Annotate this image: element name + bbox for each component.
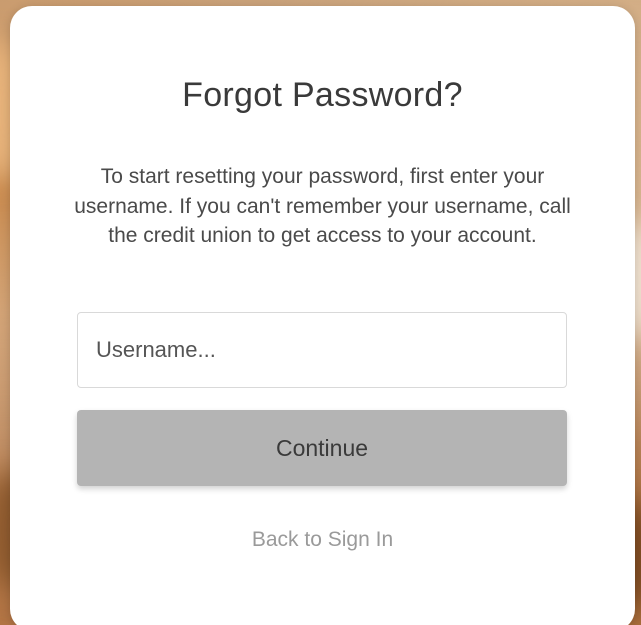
forgot-password-dialog: Forgot Password? To start resetting your… (10, 6, 635, 625)
dialog-title: Forgot Password? (182, 76, 463, 114)
dialog-description: To start resetting your password, first … (74, 165, 571, 247)
username-input[interactable] (77, 312, 567, 388)
continue-button[interactable]: Continue (77, 410, 567, 486)
back-to-sign-in-link[interactable]: Back to Sign In (10, 528, 635, 552)
